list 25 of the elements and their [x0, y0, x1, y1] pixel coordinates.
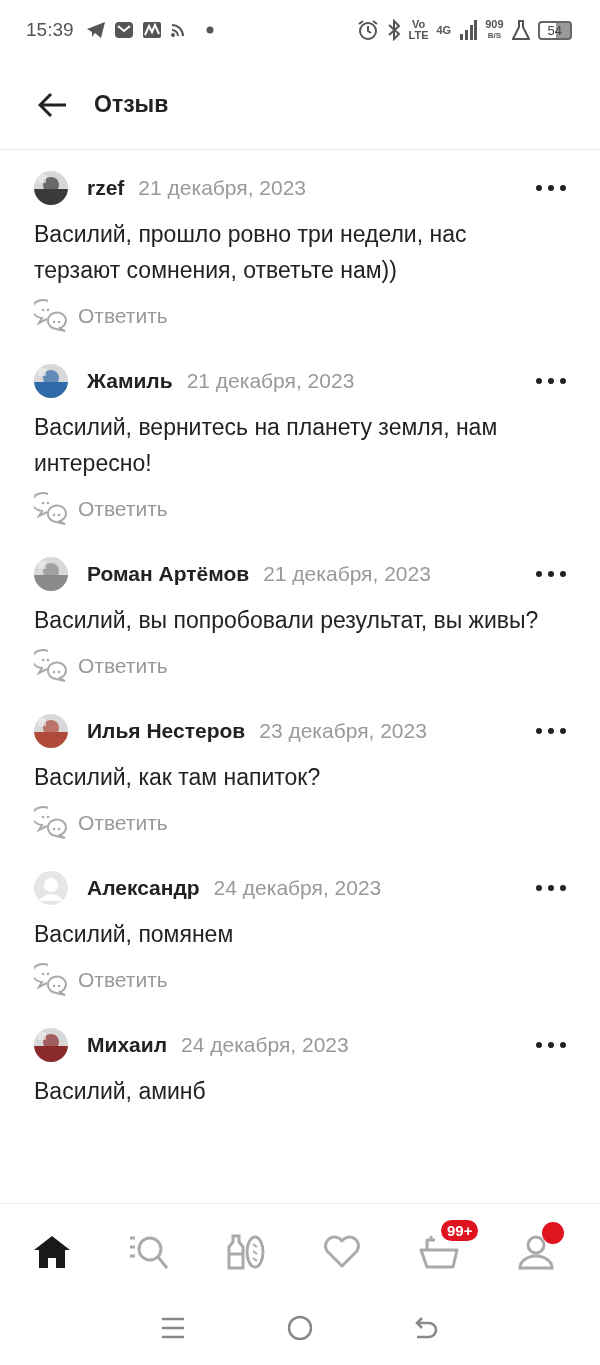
comment-date: 23 декабря, 2023 [259, 719, 427, 743]
author-name[interactable]: Илья Нестеров [87, 719, 246, 743]
comment-text: Василий, вы попробовали результат, вы живы? [34, 606, 540, 635]
comment-date: 21 декабря, 2023 [263, 562, 431, 586]
comment-date: 24 декабря, 2023 [213, 876, 382, 900]
speed-label: 909 B/S [485, 19, 504, 41]
volte-label: Vo LTE [408, 19, 429, 41]
battery-level: 54 [537, 20, 572, 40]
comment-text: Василий, вернитесь на планету земля, нам интересно! [34, 413, 499, 478]
author-name[interactable]: rzef [87, 176, 125, 200]
author-name[interactable]: Александр [87, 876, 200, 900]
count-badge: 99+ [440, 1220, 479, 1241]
network-label: 4G [436, 24, 452, 36]
comment-text: Василий, помянем [34, 920, 235, 949]
author-name[interactable]: Роман Артёмов [87, 562, 250, 586]
comment-text: Василий, как там напиток? [34, 763, 322, 792]
author-name[interactable]: Жамиль [87, 369, 173, 393]
clock-time: 15:39 [26, 19, 74, 41]
author-name[interactable]: Михаил [87, 1033, 167, 1057]
comment-text: Василий, аминб [34, 1077, 207, 1106]
comment-date: 21 декабря, 2023 [186, 369, 355, 393]
comment-text: Василий, прошло ровно три недели, нас терзают сомнения, ответьте нам)) [34, 220, 468, 285]
comment-date: 21 декабря, 2023 [138, 176, 307, 200]
page-title: Отзыв [94, 91, 169, 118]
comment-date: 24 декабря, 2023 [181, 1033, 349, 1057]
